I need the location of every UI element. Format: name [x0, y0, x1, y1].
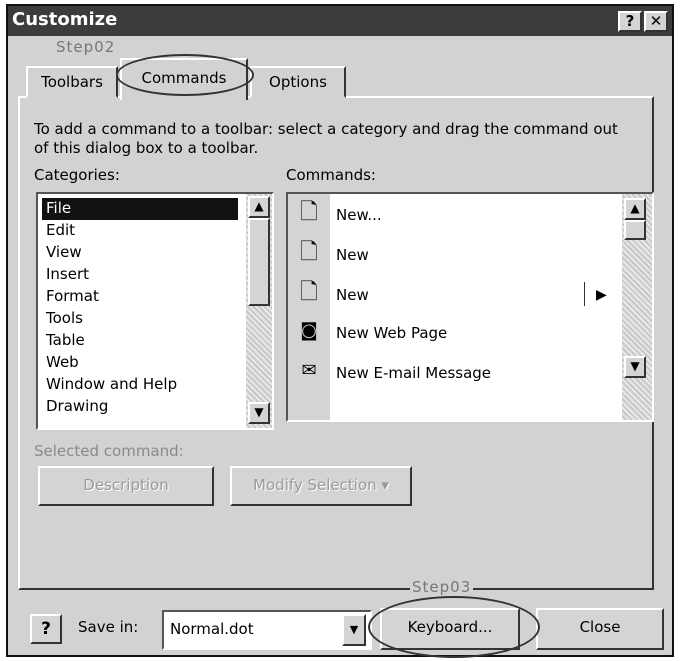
commands-label: Commands:: [286, 166, 376, 184]
category-item-table[interactable]: Table: [42, 330, 238, 352]
step03-highlight-ellipse: [368, 596, 540, 658]
command-item[interactable]: New E-mail Message: [336, 358, 491, 388]
category-item-edit[interactable]: Edit: [42, 220, 238, 242]
close-button[interactable]: Close: [536, 608, 664, 650]
help-icon[interactable]: ?: [30, 614, 62, 644]
scroll-thumb[interactable]: [624, 220, 646, 240]
web-page-icon: ◙: [300, 320, 318, 341]
new-document-icon: 🗋: [300, 280, 318, 305]
categories-list[interactable]: File Edit View Insert Format Tools Table…: [36, 192, 274, 430]
tab-label: Toolbars: [41, 73, 103, 91]
tab-toolbars[interactable]: Toolbars: [26, 66, 118, 98]
scroll-up-button[interactable]: ▲: [624, 198, 646, 220]
category-item-format[interactable]: Format: [42, 286, 238, 308]
modify-selection-button[interactable]: Modify Selection ▾: [230, 466, 412, 506]
instructions-text: To add a command to a toolbar: select a …: [34, 120, 618, 157]
tab-label: Options: [269, 73, 327, 91]
category-item-insert[interactable]: Insert: [42, 264, 238, 286]
scroll-thumb[interactable]: [248, 218, 270, 306]
command-item[interactable]: New: [336, 240, 369, 270]
submenu-divider: [584, 282, 585, 306]
command-item[interactable]: New...: [336, 200, 382, 230]
command-item[interactable]: New: [336, 280, 369, 310]
command-item[interactable]: New Web Page: [336, 318, 447, 348]
commands-scrollbar[interactable]: ▲ ▼: [622, 194, 652, 420]
category-item-view[interactable]: View: [42, 242, 238, 264]
categories-label: Categories:: [34, 166, 120, 184]
tab-options[interactable]: Options: [250, 66, 346, 98]
category-item-window-and-help[interactable]: Window and Help: [42, 374, 238, 396]
selected-command-label: Selected command:: [34, 442, 184, 460]
commands-list[interactable]: 🗋 New... 🗋 New 🗋 New ▶ ◙ New Web Page ✉ …: [286, 192, 654, 422]
category-item-tools[interactable]: Tools: [42, 308, 238, 330]
step02-annotation: Step02: [54, 38, 118, 56]
save-in-dropdown[interactable]: Normal.dot ▼: [162, 610, 372, 650]
categories-scrollbar[interactable]: ▲ ▼: [246, 194, 272, 428]
save-in-label: Save in:: [78, 618, 139, 636]
description-button[interactable]: Description: [38, 466, 214, 506]
save-in-value: Normal.dot: [170, 620, 254, 638]
category-item-web[interactable]: Web: [42, 352, 238, 374]
dialog-title: Customize: [12, 9, 118, 30]
help-button[interactable]: ?: [618, 11, 642, 32]
new-document-icon: 🗋: [300, 240, 318, 265]
new-document-icon: 🗋: [300, 200, 318, 225]
close-window-button[interactable]: ✕: [644, 11, 668, 32]
email-message-icon: ✉: [301, 360, 317, 381]
title-bar: Customize ? ✕: [8, 6, 672, 36]
scroll-up-button[interactable]: ▲: [248, 196, 270, 218]
category-item-file[interactable]: File: [42, 198, 238, 220]
chevron-down-icon[interactable]: ▼: [342, 614, 366, 646]
scroll-down-button[interactable]: ▼: [248, 402, 270, 424]
scroll-down-button[interactable]: ▼: [624, 356, 646, 378]
step02-highlight-ellipse: [116, 54, 254, 96]
step03-annotation: Step03: [410, 578, 474, 596]
category-item-drawing[interactable]: Drawing: [42, 396, 238, 418]
submenu-arrow-icon[interactable]: ▶: [596, 280, 607, 310]
